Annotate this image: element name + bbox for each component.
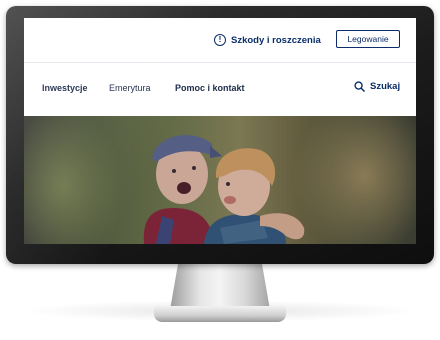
- monitor-stand-base: [154, 306, 286, 322]
- search-icon: [354, 81, 365, 92]
- monitor-stand-neck: [170, 264, 270, 310]
- claims-link-label: Szkody i roszczenia: [231, 34, 321, 46]
- alert-circle-icon: !: [214, 34, 226, 46]
- nav-item-emerytura[interactable]: Emerytura: [109, 83, 151, 93]
- monitor-screen: ! Szkody i roszczenia Legowanie Inwestyc…: [24, 18, 416, 244]
- login-button[interactable]: Legowanie: [336, 30, 400, 48]
- nav-item-inwestycje[interactable]: Inwestycje: [42, 83, 88, 93]
- nav-item-pomoc[interactable]: Pomoc i kontakt: [175, 83, 245, 93]
- hero-overlay: [24, 116, 416, 244]
- hero-image: [24, 116, 416, 244]
- claims-link[interactable]: ! Szkody i roszczenia: [214, 32, 321, 48]
- search-button[interactable]: Szukaj: [354, 81, 400, 92]
- main-nav: Inwestycje Emerytura Pomoc i kontakt Szu…: [24, 63, 416, 115]
- search-label: Szukaj: [370, 81, 401, 92]
- top-bar: ! Szkody i roszczenia Legowanie: [24, 18, 416, 63]
